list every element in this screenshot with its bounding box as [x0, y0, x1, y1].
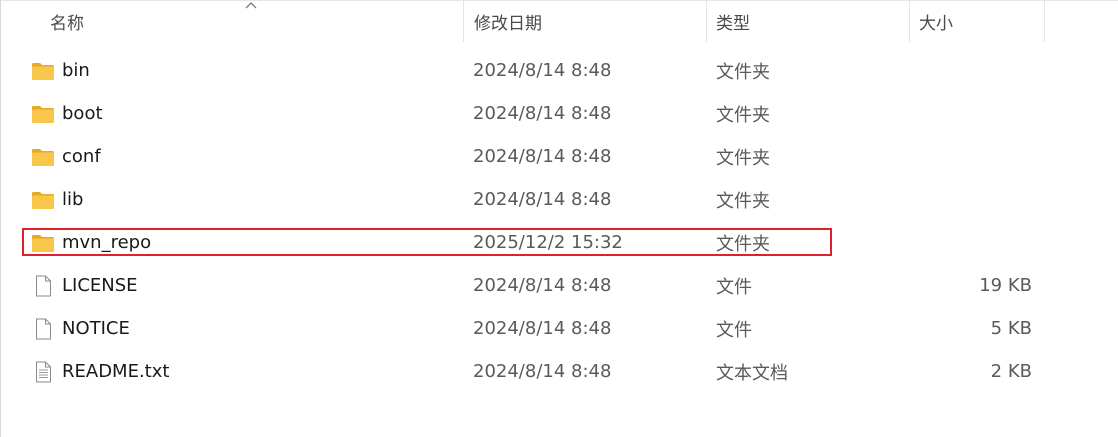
file-row-conf[interactable]: conf 2024/8/14 8:48 文件夹 [0, 135, 1118, 178]
file-name: boot [62, 103, 103, 124]
file-modified: 2024/8/14 8:48 [473, 275, 612, 296]
file-row-readme-txt[interactable]: README.txt 2024/8/14 8:48 文本文档 2 KB [0, 350, 1118, 393]
file-type: 文件 [716, 319, 752, 341]
file-modified: 2024/8/14 8:48 [473, 60, 612, 81]
column-header-modified[interactable]: 修改日期 [464, 0, 707, 42]
file-modified: 2025/12/2 15:32 [473, 232, 623, 253]
text-file-icon [31, 361, 55, 382]
file-name-cell: NOTICE [31, 307, 130, 350]
file-icon [31, 318, 55, 339]
file-name: bin [62, 60, 90, 81]
file-modified: 2024/8/14 8:48 [473, 189, 612, 210]
file-row-notice[interactable]: NOTICE 2024/8/14 8:48 文件 5 KB [0, 307, 1118, 350]
file-row-mvn-repo[interactable]: mvn_repo 2025/12/2 15:32 文件夹 [0, 221, 1118, 264]
file-name-cell: mvn_repo [31, 221, 151, 264]
file-list: bin 2024/8/14 8:48 文件夹 boot 2024/8/14 8:48 文件… [0, 49, 1118, 393]
file-name-cell: LICENSE [31, 264, 138, 307]
file-modified: 2024/8/14 8:48 [473, 361, 612, 382]
file-type: 文件夹 [716, 233, 770, 255]
file-name: conf [62, 146, 101, 167]
file-type: 文件夹 [716, 147, 770, 169]
column-separator[interactable] [1044, 0, 1045, 42]
file-size: 19 KB [979, 275, 1032, 296]
file-name: mvn_repo [62, 232, 152, 253]
column-header-bar: 名称 修改日期 类型 大小 [0, 0, 1118, 42]
file-size: 2 KB [990, 361, 1032, 382]
file-row-boot[interactable]: boot 2024/8/14 8:48 文件夹 [0, 92, 1118, 135]
file-modified: 2024/8/14 8:48 [473, 146, 612, 167]
folder-icon [31, 104, 55, 124]
folder-icon [31, 147, 55, 167]
column-header-size[interactable]: 大小 [910, 0, 1045, 42]
file-type: 文本文档 [716, 362, 788, 384]
file-type: 文件夹 [716, 190, 770, 212]
file-type: 文件夹 [716, 104, 770, 126]
file-type: 文件 [716, 276, 752, 298]
file-row-bin[interactable]: bin 2024/8/14 8:48 文件夹 [0, 49, 1118, 92]
column-header-size-label: 大小 [919, 13, 953, 34]
column-header-modified-label: 修改日期 [474, 13, 542, 34]
folder-icon [31, 61, 55, 81]
column-header-type[interactable]: 类型 [707, 0, 910, 42]
file-row-license[interactable]: LICENSE 2024/8/14 8:48 文件 19 KB [0, 264, 1118, 307]
file-name-cell: bin [31, 49, 90, 92]
file-size: 5 KB [990, 318, 1032, 339]
file-name: README.txt [62, 361, 170, 382]
file-name-cell: boot [31, 92, 103, 135]
file-type: 文件夹 [716, 61, 770, 83]
folder-icon [31, 190, 55, 210]
file-name-cell: conf [31, 135, 101, 178]
file-icon [31, 275, 55, 296]
folder-icon [31, 233, 55, 253]
file-name: LICENSE [62, 275, 138, 296]
file-modified: 2024/8/14 8:48 [473, 103, 612, 124]
column-header-name[interactable]: 名称 [0, 0, 464, 42]
file-name-cell: README.txt [31, 350, 169, 393]
sort-ascending-icon [245, 2, 257, 9]
file-explorer-window: 名称 修改日期 类型 大小 bin 2024/8/14 8:48 文件夹 boot 20… [0, 0, 1118, 437]
file-name-cell: lib [31, 178, 83, 221]
column-header-name-label: 名称 [50, 13, 84, 34]
column-header-type-label: 类型 [716, 13, 750, 34]
file-row-lib[interactable]: lib 2024/8/14 8:48 文件夹 [0, 178, 1118, 221]
file-name: lib [62, 189, 84, 210]
file-name: NOTICE [62, 318, 130, 339]
file-modified: 2024/8/14 8:48 [473, 318, 612, 339]
